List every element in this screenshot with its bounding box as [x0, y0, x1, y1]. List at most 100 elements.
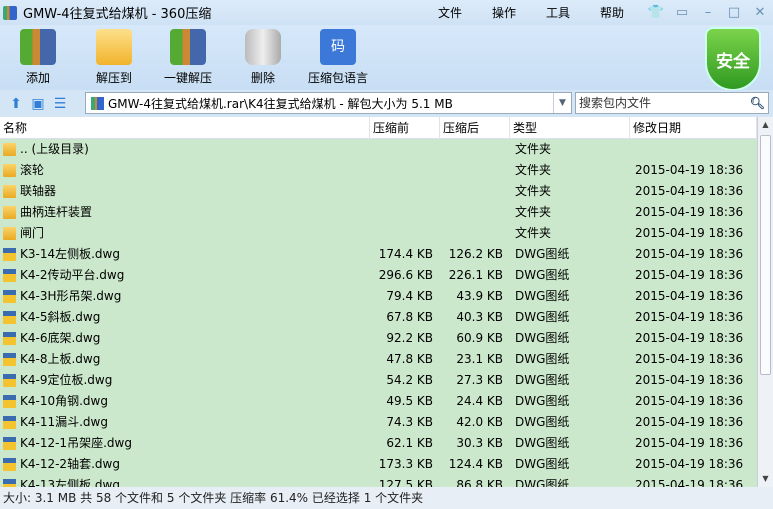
file-row[interactable]: K4-5斜板.dwg 67.8 KB 40.3 KB DWG图纸 2015-04… [0, 307, 757, 328]
scroll-down-icon[interactable]: ▼ [758, 471, 773, 487]
file-date: 2015-04-19 18:36 [635, 226, 744, 240]
skin-icon[interactable]: 👕 [643, 3, 669, 23]
file-name: K4-10角钢.dwg [20, 394, 108, 408]
file-type: DWG图纸 [515, 436, 570, 450]
file-row[interactable]: K4-12-2轴套.dwg 173.3 KB 124.4 KB DWG图纸 20… [0, 454, 757, 475]
archive-icon [91, 97, 104, 110]
file-size: 67.8 KB [386, 310, 433, 324]
list-view-icon[interactable]: ☰ [49, 96, 71, 112]
dwg-file-icon [3, 437, 16, 450]
file-packed-size: 43.9 KB [456, 289, 503, 303]
path-field[interactable]: GMW-4往复式给煤机.rar\K4往复式给煤机 - 解包大小为 5.1 MB … [85, 92, 572, 114]
file-row[interactable]: 联轴器 文件夹 2015-04-19 18:36 [0, 181, 757, 202]
file-date: 2015-04-19 18:36 [635, 415, 744, 429]
file-name: K3-14左侧板.dwg [20, 247, 120, 261]
dwg-file-icon [3, 416, 16, 429]
file-row[interactable]: K4-10角钢.dwg 49.5 KB 24.4 KB DWG图纸 2015-0… [0, 391, 757, 412]
file-date: 2015-04-19 18:36 [635, 310, 744, 324]
file-name: K4-5斜板.dwg [20, 310, 101, 324]
security-shield-badge[interactable]: 安全 [705, 27, 761, 91]
one-click-extract-button[interactable]: 一键解压 [160, 29, 216, 86]
file-name: 联轴器 [20, 184, 57, 198]
column-packed[interactable]: 压缩后 [440, 117, 510, 139]
file-name: K4-12-2轴套.dwg [20, 457, 120, 471]
file-packed-size: 40.3 KB [456, 310, 503, 324]
dwg-file-icon [3, 458, 16, 471]
file-row[interactable]: K4-13左侧板.dwg 127.5 KB 86.8 KB DWG图纸 2015… [0, 475, 757, 487]
folder-icon [3, 164, 16, 177]
add-button[interactable]: 添加 [20, 29, 56, 86]
file-type: 文件夹 [515, 142, 552, 156]
thumbnail-view-icon[interactable]: ▣ [27, 96, 49, 112]
file-row[interactable]: K4-8上板.dwg 47.8 KB 23.1 KB DWG图纸 2015-04… [0, 349, 757, 370]
add-archive-icon [20, 29, 56, 65]
dwg-file-icon [3, 269, 16, 282]
file-size: 174.4 KB [378, 247, 433, 261]
scroll-up-icon[interactable]: ▲ [758, 117, 773, 133]
file-row[interactable]: K4-11漏斗.dwg 74.3 KB 42.0 KB DWG图纸 2015-0… [0, 412, 757, 433]
search-input[interactable]: 搜索包内文件 🔍︎ [575, 92, 769, 114]
search-icon[interactable]: 🔍︎ [750, 93, 765, 113]
file-name: 曲柄连杆装置 [20, 205, 93, 219]
file-packed-size: 60.9 KB [456, 331, 503, 345]
feedback-icon[interactable]: ▭ [669, 3, 695, 23]
file-name: K4-11漏斗.dwg [20, 415, 108, 429]
file-size: 54.2 KB [386, 373, 433, 387]
minimize-icon[interactable]: – [695, 3, 721, 23]
file-size: 62.1 KB [386, 436, 433, 450]
column-type[interactable]: 类型 [510, 117, 630, 139]
file-date: 2015-04-19 18:36 [635, 352, 744, 366]
menu-tools[interactable]: 工具 [535, 4, 581, 21]
file-name: K4-9定位板.dwg [20, 373, 113, 387]
file-type: DWG图纸 [515, 478, 570, 487]
menu-file[interactable]: 文件 [427, 4, 473, 21]
file-name: K4-3H形吊架.dwg [20, 289, 122, 303]
vertical-scrollbar[interactable]: ▲ ▼ [757, 117, 773, 487]
path-dropdown-icon[interactable]: ▼ [553, 93, 571, 113]
folder-icon [3, 227, 16, 240]
extract-to-button[interactable]: 解压到 [90, 29, 138, 86]
file-type: DWG图纸 [515, 457, 570, 471]
menu-operate[interactable]: 操作 [481, 4, 527, 21]
file-packed-size: 126.2 KB [448, 247, 503, 261]
delete-button[interactable]: 删除 [245, 29, 281, 86]
file-row[interactable]: 闸门 文件夹 2015-04-19 18:36 [0, 223, 757, 244]
encoding-icon: 码 [320, 29, 356, 65]
file-row[interactable]: .. (上级目录) 文件夹 [0, 139, 757, 160]
file-row[interactable]: K4-3H形吊架.dwg 79.4 KB 43.9 KB DWG图纸 2015-… [0, 286, 757, 307]
up-folder-icon[interactable]: ⬆ [5, 96, 27, 112]
file-row[interactable]: K4-9定位板.dwg 54.2 KB 27.3 KB DWG图纸 2015-0… [0, 370, 757, 391]
file-size: 92.2 KB [386, 331, 433, 345]
file-type: DWG图纸 [515, 247, 570, 261]
file-type: DWG图纸 [515, 268, 570, 282]
file-row[interactable]: 滚轮 文件夹 2015-04-19 18:36 [0, 160, 757, 181]
extract-to-icon [96, 29, 132, 65]
file-packed-size: 24.4 KB [456, 394, 503, 408]
file-row[interactable]: K4-2传动平台.dwg 296.6 KB 226.1 KB DWG图纸 201… [0, 265, 757, 286]
file-size: 296.6 KB [378, 268, 433, 282]
file-name: 闸门 [20, 226, 45, 240]
maximize-icon[interactable]: □ [721, 3, 747, 23]
file-packed-size: 30.3 KB [456, 436, 503, 450]
column-name[interactable]: 名称 [0, 117, 370, 139]
file-type: 文件夹 [515, 205, 552, 219]
column-date[interactable]: 修改日期 [630, 117, 757, 139]
file-packed-size: 23.1 KB [456, 352, 503, 366]
menu-help[interactable]: 帮助 [589, 4, 635, 21]
column-size[interactable]: 压缩前 [370, 117, 440, 139]
trash-icon [245, 29, 281, 65]
file-name: .. (上级目录) [20, 142, 89, 156]
scroll-thumb[interactable] [760, 135, 771, 375]
status-bar: 大小: 3.1 MB 共 58 个文件和 5 个文件夹 压缩率 61.4% 已经… [0, 487, 773, 509]
column-header: 名称 压缩前 压缩后 类型 修改日期 [0, 117, 757, 139]
folder-icon [3, 206, 16, 219]
file-row[interactable]: 曲柄连杆装置 文件夹 2015-04-19 18:36 [0, 202, 757, 223]
file-size: 74.3 KB [386, 415, 433, 429]
file-row[interactable]: K4-12-1吊架座.dwg 62.1 KB 30.3 KB DWG图纸 201… [0, 433, 757, 454]
file-date: 2015-04-19 18:36 [635, 184, 744, 198]
file-row[interactable]: K3-14左侧板.dwg 174.4 KB 126.2 KB DWG图纸 201… [0, 244, 757, 265]
archive-encoding-button[interactable]: 码压缩包语言 [306, 29, 370, 86]
toolbar: 添加 解压到 一键解压 删除 码压缩包语言 安全 [0, 25, 773, 91]
close-icon[interactable]: ✕ [747, 3, 773, 23]
file-row[interactable]: K4-6底架.dwg 92.2 KB 60.9 KB DWG图纸 2015-04… [0, 328, 757, 349]
